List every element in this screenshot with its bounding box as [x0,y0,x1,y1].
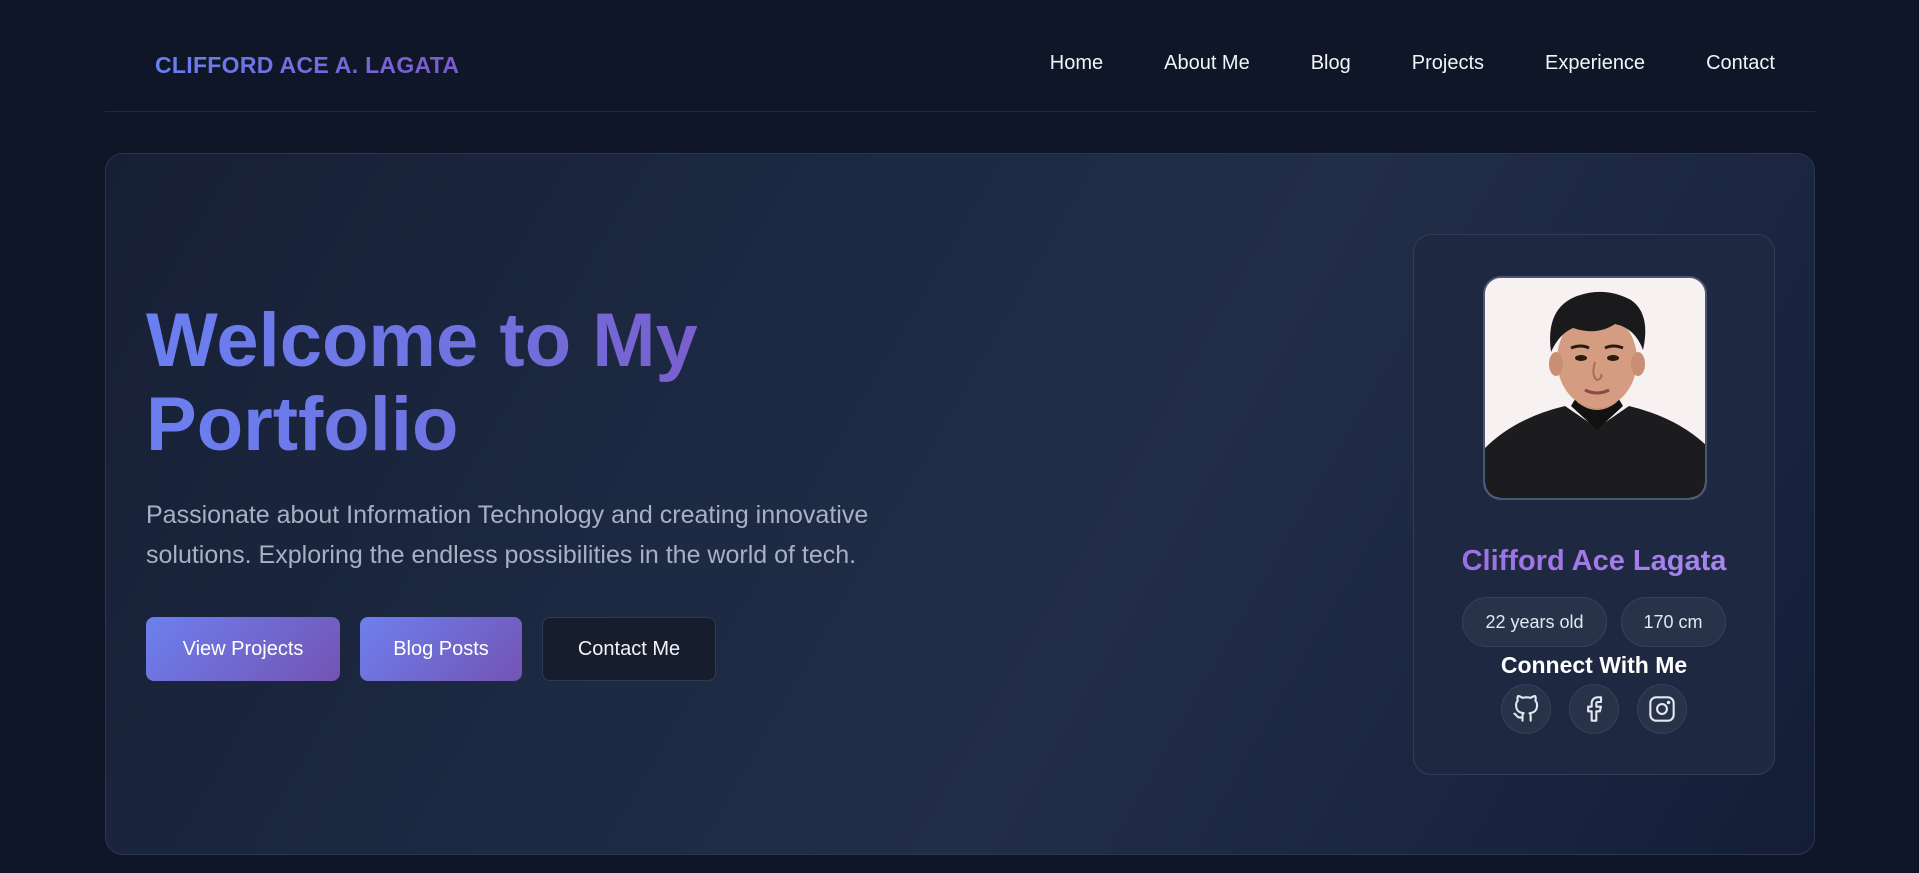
profile-stats: 22 years old 170 cm [1414,597,1774,647]
nav-link-projects[interactable]: Projects [1412,52,1484,75]
github-link[interactable] [1501,684,1551,734]
hero-card: Welcome to My Portfolio Passionate about… [105,153,1815,855]
nav-link-about-me[interactable]: About Me [1164,52,1250,75]
hero-content: Welcome to My Portfolio Passionate about… [146,299,906,681]
instagram-icon [1649,696,1675,722]
nav-link-contact[interactable]: Contact [1706,52,1775,75]
nav-links: Home About Me Blog Projects Experience C… [989,52,1775,75]
navbar: CLIFFORD ACE A. LAGATA Home About Me Blo… [105,0,1815,112]
avatar [1483,276,1707,500]
social-links [1414,684,1774,734]
facebook-icon [1587,696,1603,722]
nav-link-home[interactable]: Home [1050,52,1103,75]
age-badge: 22 years old [1462,597,1607,647]
hero-description: Passionate about Information Technology … [146,501,869,569]
brand-logo-text[interactable]: CLIFFORD ACE A. LAGATA [155,52,459,79]
connect-title: Connect With Me [1500,652,1688,678]
facebook-link[interactable] [1569,684,1619,734]
height-badge: 170 cm [1620,597,1726,647]
github-icon [1513,695,1539,722]
profile-card: Clifford Ace Lagata 22 years old 170 cm … [1413,234,1775,775]
nav-link-blog[interactable]: Blog [1311,52,1351,75]
page: CLIFFORD ACE A. LAGATA Home About Me Blo… [0,0,1919,873]
avatar-photo [1485,278,1705,498]
blog-posts-button[interactable]: Blog Posts [360,617,522,681]
profile-name: Clifford Ace Lagata [1414,545,1774,578]
view-projects-button[interactable]: View Projects [146,617,340,681]
nav-link-experience[interactable]: Experience [1545,52,1645,75]
instagram-link[interactable] [1637,684,1687,734]
hero-title: Welcome to My Portfolio [146,299,746,467]
contact-me-button[interactable]: Contact Me [542,617,716,681]
hero-buttons: View Projects Blog Posts Contact Me [146,617,906,681]
